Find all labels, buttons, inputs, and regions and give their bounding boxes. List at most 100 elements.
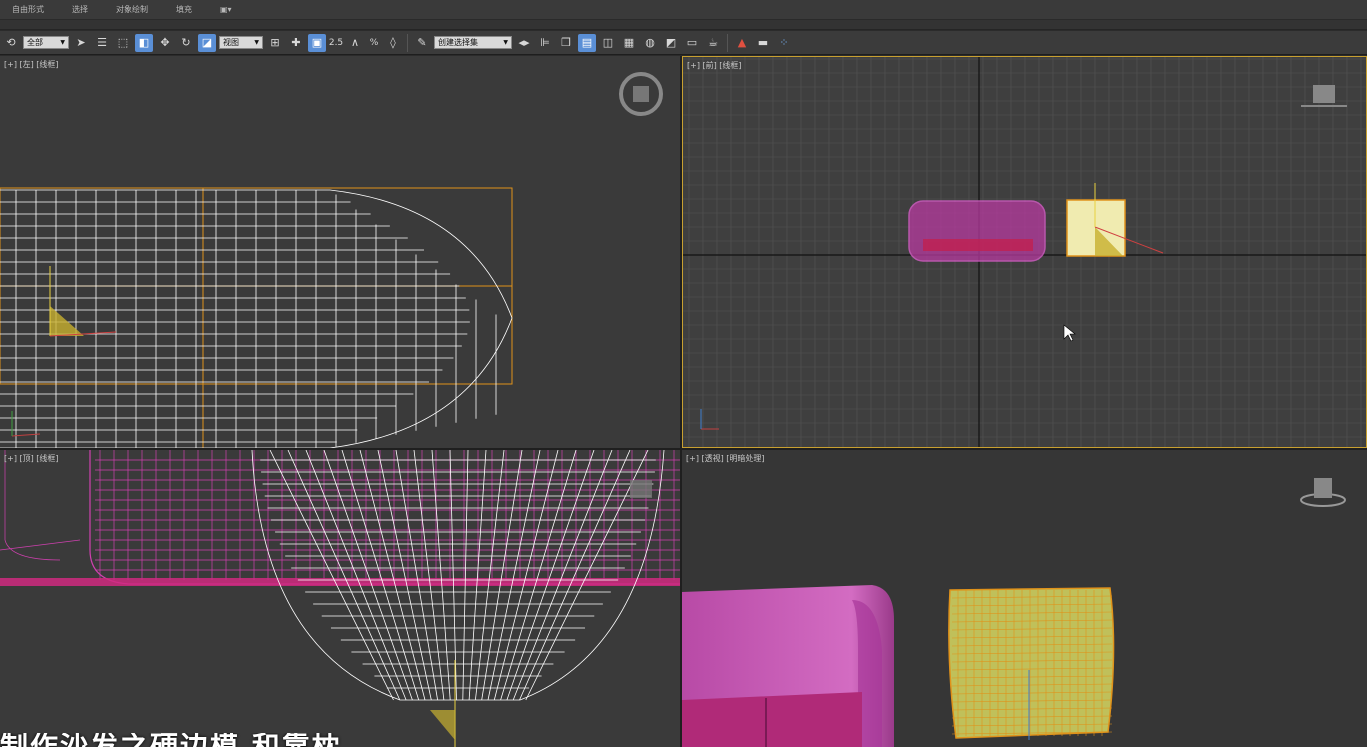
- schematic-view-icon[interactable]: ▦: [620, 34, 638, 52]
- wire-line: [305, 450, 407, 701]
- viewport-top-canvas: [683, 57, 1366, 447]
- move-gizmo-plane: [50, 306, 84, 336]
- wire-line: [323, 450, 413, 701]
- wire-line: [468, 450, 487, 701]
- wire-line: [395, 450, 438, 701]
- sofa-cushion: [682, 692, 862, 747]
- wire-line: [359, 450, 426, 701]
- video-subtitle: 制作沙发之硬边模 和靠枕: [0, 733, 420, 747]
- mirror-icon[interactable]: ◂▸: [515, 34, 533, 52]
- move-icon[interactable]: ✥: [156, 34, 174, 52]
- viewport-toggle-icon[interactable]: ▣▾: [206, 0, 246, 20]
- wire-line: [475, 450, 505, 701]
- sofa-seat: [923, 239, 1033, 251]
- warning-icon[interactable]: ▲: [733, 34, 751, 52]
- wire-line: [449, 450, 457, 701]
- viewcube-icon: [1313, 85, 1335, 103]
- viewport-divider-horizontal[interactable]: [0, 448, 1367, 450]
- wire-line: [512, 450, 613, 701]
- wire-line: [487, 450, 541, 701]
- tab-freeform[interactable]: 自由形式: [0, 0, 58, 20]
- wire-line: [413, 450, 445, 701]
- wire-line: [519, 450, 631, 701]
- viewport-label[interactable]: [+] [顶] [线框]: [4, 453, 59, 464]
- subtitle-text: 制作沙发之硬边模 和靠枕: [0, 733, 420, 747]
- rect-selection-icon[interactable]: ⬚: [114, 34, 132, 52]
- undo-redo-icon[interactable]: ⟲: [2, 34, 20, 52]
- toolbar-separator: [407, 33, 408, 52]
- angle-snap-icon[interactable]: 2.5: [329, 34, 343, 52]
- pivot-icon[interactable]: ⊞: [266, 34, 284, 52]
- viewcube-icon: [1314, 478, 1332, 498]
- viewport-label[interactable]: [+] [前] [线框]: [687, 60, 742, 71]
- align-icon[interactable]: ⊫: [536, 34, 554, 52]
- curve-editor-icon[interactable]: ◫: [599, 34, 617, 52]
- ribbon-panel-strip: [0, 20, 1367, 30]
- rendered-frame-icon[interactable]: ▭: [683, 34, 701, 52]
- render-setup-icon[interactable]: ◩: [662, 34, 680, 52]
- named-selection-dropdown[interactable]: 创建选择集 ▼: [434, 36, 512, 49]
- ruler-icon[interactable]: ▬: [754, 34, 772, 52]
- main-toolbar: ⟲ 全部 ▼ ➤ ☰ ⬚ ◧ ✥ ↻ ◪ 视图 ▼ ⊞ ✚ ▣ 2.5 ∧ % ◊ …: [0, 31, 1367, 55]
- material-editor-icon[interactable]: ◍: [641, 34, 659, 52]
- named-selection-value: 创建选择集: [438, 38, 478, 47]
- wire-line: [431, 450, 451, 701]
- scale-icon[interactable]: ◪: [198, 33, 216, 52]
- percent-snap-icon[interactable]: %: [367, 34, 381, 52]
- rotate-icon[interactable]: ↻: [177, 34, 195, 52]
- viewport-label[interactable]: [+] [透视] [明暗处理]: [686, 453, 765, 464]
- viewport-left[interactable]: [+] [左] [线框]: [0, 56, 680, 448]
- tab-object-paint[interactable]: 对象绘制: [102, 0, 162, 20]
- wire-line: [462, 450, 469, 701]
- wire-line: [269, 450, 394, 701]
- wire-line: [377, 450, 432, 701]
- reference-coord-value: 视图: [223, 38, 239, 47]
- edit-named-sets-icon[interactable]: ✎: [413, 34, 431, 52]
- window-crossing-icon[interactable]: ◧: [135, 33, 153, 52]
- selection-filter-value: 全部: [27, 38, 43, 47]
- tab-selection[interactable]: 选择: [58, 0, 102, 20]
- wire-line: [525, 450, 649, 701]
- sofa-seat-band: [0, 578, 680, 586]
- snap-3d-icon[interactable]: ▣: [308, 33, 326, 52]
- wire-line: [493, 450, 559, 701]
- tab-populate[interactable]: 填充: [162, 0, 206, 20]
- angle-snap-arc-icon[interactable]: ∧: [346, 34, 364, 52]
- viewcube-icon: [630, 480, 652, 498]
- sofa-object: [908, 200, 1046, 262]
- link-icon[interactable]: ✚: [287, 34, 305, 52]
- wire-line: [287, 450, 401, 701]
- viewport-perspective-canvas: [682, 478, 1346, 747]
- viewcube-icon: [633, 86, 649, 102]
- toolbar-separator: [727, 33, 728, 52]
- wire-line: [500, 450, 577, 701]
- particles-icon[interactable]: ⁘: [775, 34, 793, 52]
- chevron-down-icon: ▼: [254, 39, 259, 46]
- viewport-divider-vertical[interactable]: [680, 56, 682, 747]
- spinner-snap-icon[interactable]: ◊: [384, 34, 402, 52]
- snap-angle-label: 2.5: [328, 37, 344, 48]
- select-by-name-icon[interactable]: ☰: [93, 34, 111, 52]
- snap-percent-label: %: [369, 37, 379, 48]
- reference-coord-dropdown[interactable]: 视图 ▼: [219, 36, 263, 49]
- pillow-wireframe: [0, 189, 513, 448]
- render-icon[interactable]: ☕: [704, 34, 722, 52]
- selection-filter-dropdown[interactable]: 全部 ▼: [23, 36, 69, 49]
- viewport-label[interactable]: [+] [左] [线框]: [4, 59, 59, 70]
- viewport-perspective[interactable]: [+] [透视] [明暗处理]: [682, 450, 1367, 747]
- viewport-front-canvas: [0, 450, 680, 747]
- viewport-left-canvas: [0, 72, 663, 448]
- chevron-down-icon: ▼: [503, 39, 508, 46]
- wire-line: [481, 450, 523, 701]
- layer-icon[interactable]: ❒: [557, 34, 575, 52]
- sofa-wireframe: [0, 450, 680, 585]
- chevron-down-icon: ▼: [60, 39, 65, 46]
- ribbon-tab-bar: 自由形式 选择 对象绘制 填充 ▣▾: [0, 0, 1367, 20]
- mouse-cursor-icon: [1063, 324, 1076, 342]
- viewport-top[interactable]: [+] [前] [线框]: [682, 56, 1367, 448]
- select-object-icon[interactable]: ➤: [72, 34, 90, 52]
- scene-explorer-icon[interactable]: ▤: [578, 33, 596, 52]
- pillow-shaded: [948, 587, 1115, 739]
- pillow-wireframe-front: [251, 450, 665, 701]
- viewport-front[interactable]: [+] [顶] [线框]: [0, 450, 680, 747]
